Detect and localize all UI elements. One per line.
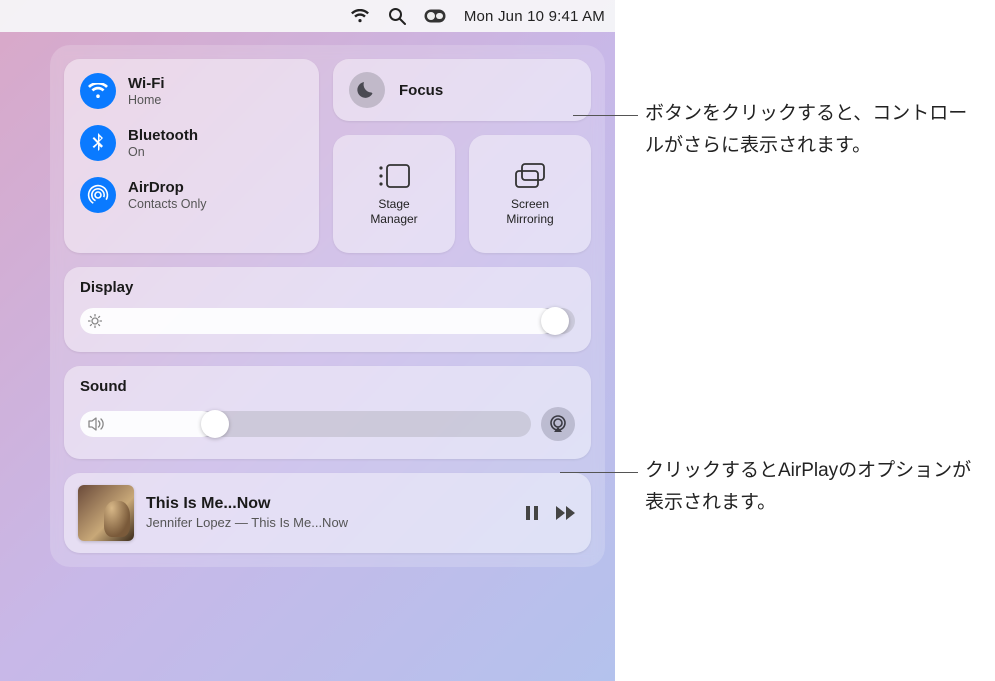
callout-line-focus	[573, 115, 638, 116]
control-center-panel: Wi-Fi Home Bluetooth On AirDrop	[50, 45, 605, 567]
wifi-subtitle: Home	[128, 93, 165, 108]
bluetooth-toggle[interactable]: Bluetooth On	[80, 125, 303, 161]
now-playing-tile[interactable]: This Is Me...Now Jennifer Lopez — This I…	[64, 473, 591, 553]
menubar: Mon Jun 10 9:41 AM	[0, 0, 615, 32]
sound-volume-slider[interactable]	[80, 411, 531, 437]
moon-icon	[349, 72, 385, 108]
airdrop-subtitle: Contacts Only	[128, 197, 207, 212]
wifi-toggle[interactable]: Wi-Fi Home	[80, 73, 303, 109]
wifi-menubar-icon[interactable]	[350, 9, 370, 23]
album-art	[78, 485, 134, 541]
airplay-audio-button[interactable]	[541, 407, 575, 441]
callout-focus: ボタンをクリックすると、コントロールがさらに表示されます。	[645, 98, 975, 163]
sound-title: Sound	[80, 378, 575, 395]
wifi-icon	[80, 73, 116, 109]
airdrop-icon	[80, 177, 116, 213]
spotlight-search-icon[interactable]	[388, 7, 406, 25]
screen-mirroring-label: Screen Mirroring	[506, 197, 553, 227]
airdrop-toggle[interactable]: AirDrop Contacts Only	[80, 177, 303, 213]
menubar-datetime[interactable]: Mon Jun 10 9:41 AM	[464, 8, 605, 25]
stage-manager-icon	[376, 161, 412, 191]
wifi-title: Wi-Fi	[128, 75, 165, 93]
annotation-area: ボタンをクリックすると、コントロールがさらに表示されます。 クリックするとAir…	[615, 0, 995, 681]
brightness-low-icon	[88, 314, 102, 328]
sound-tile: Sound	[64, 366, 591, 459]
screen-mirroring-button[interactable]: Screen Mirroring	[469, 135, 591, 253]
control-center-menubar-icon[interactable]	[424, 9, 446, 23]
next-track-button[interactable]	[555, 504, 577, 522]
stage-manager-button[interactable]: Stage Manager	[333, 135, 455, 253]
screen-mirroring-icon	[512, 161, 548, 191]
callout-line-airplay	[560, 472, 638, 473]
connectivity-tile: Wi-Fi Home Bluetooth On AirDrop	[64, 59, 319, 253]
airplay-icon	[548, 414, 568, 434]
now-playing-subtitle: Jennifer Lopez — This Is Me...Now	[146, 515, 511, 532]
callout-airplay: クリックするとAirPlayのオプションが表示されます。	[645, 455, 985, 520]
bluetooth-title: Bluetooth	[128, 127, 198, 145]
playback-controls	[523, 504, 577, 522]
stage-manager-label: Stage Manager	[370, 197, 417, 227]
display-title: Display	[80, 279, 575, 296]
display-brightness-slider[interactable]	[80, 308, 575, 334]
airdrop-title: AirDrop	[128, 179, 207, 197]
bluetooth-subtitle: On	[128, 145, 198, 160]
bluetooth-icon	[80, 125, 116, 161]
focus-label: Focus	[399, 82, 443, 99]
focus-button[interactable]: Focus	[333, 59, 591, 121]
speaker-icon	[88, 417, 106, 431]
pause-button[interactable]	[523, 504, 541, 522]
display-tile: Display	[64, 267, 591, 352]
now-playing-title: This Is Me...Now	[146, 494, 511, 515]
